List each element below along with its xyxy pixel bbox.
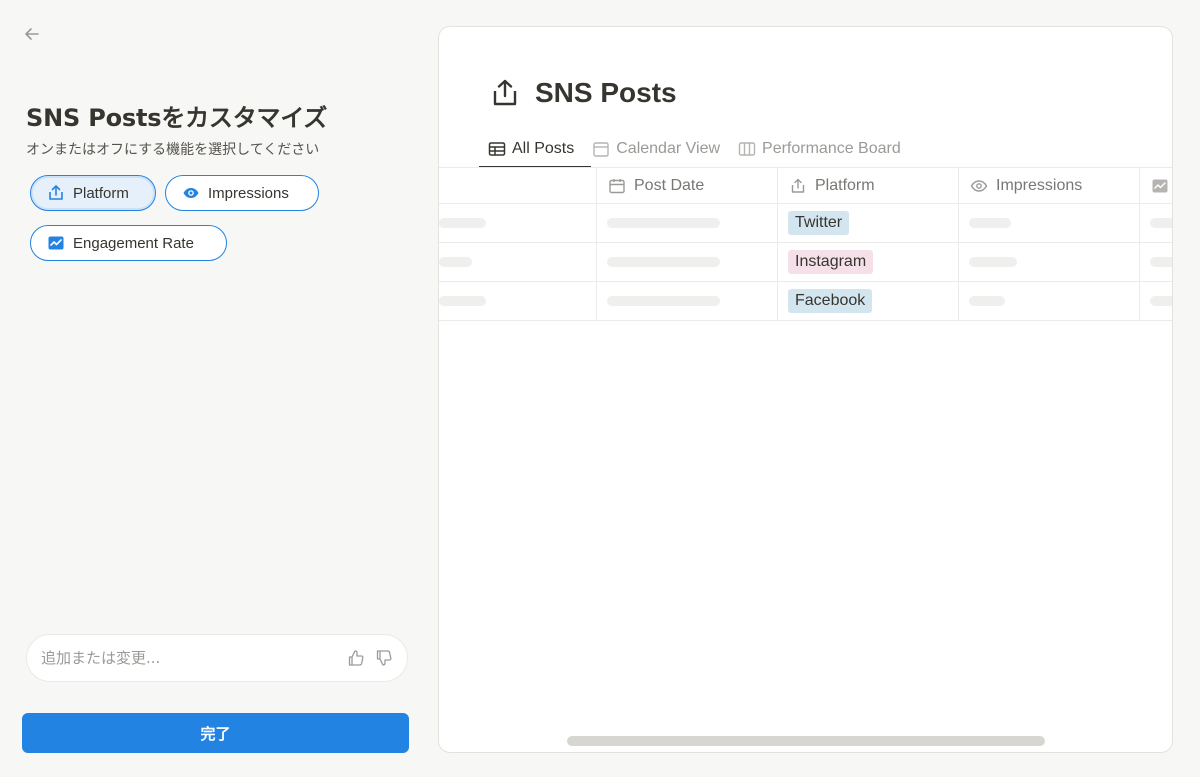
prompt-input-container — [26, 634, 408, 682]
placeholder-bar — [969, 218, 1011, 228]
trend-chart-icon — [1151, 177, 1169, 195]
placeholder-bar — [1150, 296, 1172, 306]
calendar-icon — [592, 140, 610, 158]
title-cell — [439, 204, 596, 242]
engagement-cell — [1139, 243, 1172, 281]
column-header-impressions[interactable]: Impressions — [958, 168, 1139, 204]
platform-cell: Facebook — [777, 282, 958, 320]
thumbs-down-icon[interactable] — [375, 649, 393, 667]
tab-label: Performance Board — [762, 140, 901, 157]
platform-cell: Twitter — [777, 204, 958, 242]
chip-label: Impressions — [208, 184, 289, 202]
board-icon — [738, 140, 756, 158]
column-label: Impressions — [996, 177, 1083, 194]
impressions-cell — [958, 204, 1139, 242]
done-button[interactable]: 完了 — [22, 713, 409, 753]
post-date-cell — [596, 282, 777, 320]
table-header: Post Date Platform Impressions — [439, 167, 1172, 204]
placeholder-bar — [969, 296, 1005, 306]
trend-chart-icon — [47, 234, 65, 252]
placeholder-bar — [1150, 218, 1172, 228]
eye-icon — [970, 177, 988, 195]
view-tabs: All Posts Calendar View Performance Boar… — [479, 131, 910, 167]
post-date-cell — [596, 243, 777, 281]
page-title: SNS Postsをカスタマイズ — [26, 104, 328, 132]
toggle-chip-impressions[interactable]: Impressions — [165, 175, 319, 211]
toggle-chip-platform[interactable]: Platform — [30, 175, 156, 211]
column-label: Platform — [815, 177, 875, 194]
share-upload-icon — [489, 77, 521, 109]
tab-calendar-view[interactable]: Calendar View — [583, 131, 729, 167]
database-preview: SNS Posts All Posts Calendar View Perfor… — [438, 26, 1173, 753]
placeholder-bar — [607, 218, 720, 228]
eye-icon — [182, 184, 200, 202]
chip-label: Platform — [73, 184, 129, 202]
share-upload-icon — [789, 177, 807, 195]
calendar-icon — [608, 177, 626, 195]
back-arrow-icon[interactable] — [22, 24, 46, 48]
engagement-cell — [1139, 282, 1172, 320]
database-title: SNS Posts — [535, 77, 677, 108]
prompt-input[interactable] — [41, 649, 337, 667]
table-icon — [488, 140, 506, 158]
placeholder-bar — [439, 218, 486, 228]
tab-performance-board[interactable]: Performance Board — [729, 131, 910, 167]
page-subtitle: オンまたはオフにする機能を選択してください — [26, 142, 320, 158]
engagement-cell — [1139, 204, 1172, 242]
platform-tag: Twitter — [788, 211, 850, 235]
tab-label: All Posts — [512, 140, 575, 157]
placeholder-bar — [607, 257, 720, 267]
posts-table: Post Date Platform Impressions Twitter I… — [439, 167, 1172, 321]
table-row[interactable]: Facebook — [439, 282, 1172, 321]
placeholder-bar — [969, 257, 1017, 267]
column-header-platform[interactable]: Platform — [777, 168, 958, 204]
table-row[interactable]: Twitter — [439, 204, 1172, 243]
placeholder-bar — [439, 257, 472, 267]
platform-cell: Instagram — [777, 243, 958, 281]
placeholder-bar — [1150, 257, 1172, 267]
table-row[interactable]: Instagram — [439, 243, 1172, 282]
toggle-chip-engagement-rate[interactable]: Engagement Rate — [30, 225, 227, 261]
column-header-title[interactable] — [439, 168, 596, 204]
title-cell — [439, 282, 596, 320]
column-header-post-date[interactable]: Post Date — [596, 168, 777, 204]
impressions-cell — [958, 243, 1139, 281]
platform-tag: Facebook — [788, 289, 873, 313]
horizontal-scrollbar[interactable] — [567, 736, 1045, 746]
platform-tag: Instagram — [788, 250, 874, 274]
column-label: Post Date — [634, 177, 705, 194]
placeholder-bar — [439, 296, 486, 306]
impressions-cell — [958, 282, 1139, 320]
thumbs-up-icon[interactable] — [347, 649, 365, 667]
post-date-cell — [596, 204, 777, 242]
column-header-engagement-rate[interactable] — [1139, 168, 1172, 204]
share-upload-icon — [47, 184, 65, 202]
chip-label: Engagement Rate — [73, 234, 194, 252]
tab-label: Calendar View — [616, 140, 721, 157]
placeholder-bar — [607, 296, 720, 306]
tab-all-posts[interactable]: All Posts — [479, 131, 583, 167]
title-cell — [439, 243, 596, 281]
